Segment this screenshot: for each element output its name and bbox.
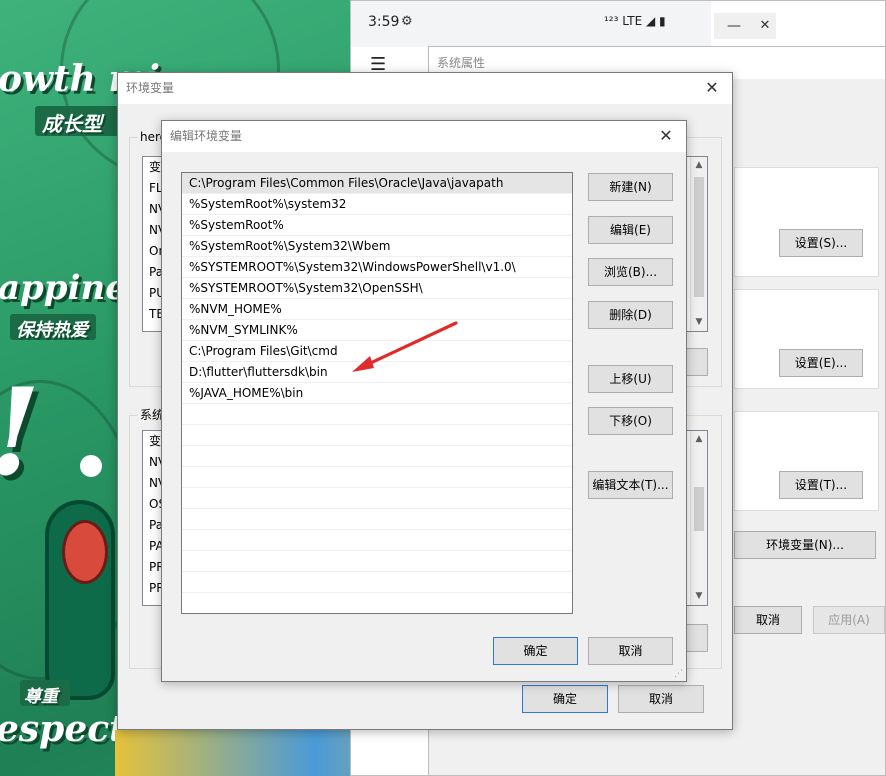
ok-button[interactable]: 确定	[493, 637, 578, 665]
delete-button[interactable]: 删除(D)	[588, 301, 673, 329]
path-entry-empty[interactable]	[182, 551, 572, 572]
new-button[interactable]: 新建(N)	[588, 173, 673, 201]
vertical-scrollbar[interactable]: ▲ ▼	[690, 157, 707, 331]
close-button[interactable]: ✕	[692, 73, 732, 103]
environment-variables-button[interactable]: 环境变量(N)...	[734, 531, 876, 559]
wallpaper-happiness-cn: 保持热爱	[16, 320, 88, 341]
path-entry[interactable]: %JAVA_HOME%\bin	[182, 383, 572, 404]
settings-e-button[interactable]: 设置(E)...	[779, 349, 863, 377]
path-entry[interactable]: D:\flutter\fluttersdk\bin	[182, 362, 572, 383]
path-entry-empty[interactable]	[182, 488, 572, 509]
path-entry[interactable]: %SYSTEMROOT%\System32\OpenSSH\	[182, 278, 572, 299]
scroll-up-icon[interactable]: ▲	[691, 157, 707, 174]
wallpaper-figure-red	[62, 520, 108, 584]
path-entry[interactable]: %NVM_SYMLINK%	[182, 320, 572, 341]
path-entry-empty[interactable]	[182, 572, 572, 593]
edit-text-button[interactable]: 编辑文本(T)...	[588, 471, 673, 499]
scroll-down-icon[interactable]: ▼	[691, 314, 707, 331]
path-entry-empty[interactable]	[182, 404, 572, 425]
scroll-up-icon[interactable]: ▲	[691, 431, 707, 448]
window-title: 环境变量	[118, 73, 732, 104]
vertical-scrollbar[interactable]: ▲ ▼	[690, 431, 707, 605]
scroll-thumb[interactable]	[694, 487, 704, 531]
wallpaper-growth-cn: 成长型	[42, 112, 102, 136]
phone-signal-indicators: ¹²³ LTE ◢ ▮	[604, 14, 666, 28]
path-entry-empty[interactable]	[182, 425, 572, 446]
phone-time: 3:59	[368, 14, 400, 30]
wallpaper-respect-cn: 尊重	[24, 687, 58, 707]
scroll-down-icon[interactable]: ▼	[691, 588, 707, 605]
move-down-button[interactable]: 下移(O)	[588, 407, 673, 435]
path-entry[interactable]: C:\Program Files\Git\cmd	[182, 341, 572, 362]
path-entry-empty[interactable]	[182, 509, 572, 530]
path-entry[interactable]: %SystemRoot%\system32	[182, 194, 572, 215]
path-entry-empty[interactable]	[182, 446, 572, 467]
path-list[interactable]: C:\Program Files\Common Files\Oracle\Jav…	[181, 172, 573, 614]
performance-panel	[734, 167, 879, 277]
resize-grip-icon[interactable]: ⋰	[674, 669, 683, 679]
phone-status-bar: 3:59 ⚙ ¹²³ LTE ◢ ▮	[351, 1, 711, 47]
path-entry[interactable]: %SYSTEMROOT%\System32\WindowsPowerShell\…	[182, 257, 572, 278]
scroll-thumb[interactable]	[694, 177, 704, 297]
window-title: 编辑环境变量	[162, 121, 686, 152]
edit-environment-variable-window: 编辑环境变量 ✕ C:\Program Files\Common Files\O…	[161, 120, 687, 682]
settings-t-button[interactable]: 设置(T)...	[779, 471, 863, 499]
apply-button[interactable]: 应用(A)	[813, 606, 885, 634]
close-button[interactable]: ✕	[754, 13, 776, 39]
move-up-button[interactable]: 上移(U)	[588, 365, 673, 393]
minimize-button[interactable]: —	[714, 13, 754, 39]
cancel-button[interactable]: 取消	[618, 685, 704, 713]
close-button[interactable]: ✕	[646, 121, 686, 151]
settings-s-button[interactable]: 设置(S)...	[779, 229, 863, 257]
path-entry-empty[interactable]	[182, 530, 572, 551]
path-entry[interactable]: C:\Program Files\Common Files\Oracle\Jav…	[182, 173, 572, 194]
path-entry[interactable]: %NVM_HOME%	[182, 299, 572, 320]
wallpaper-dot	[80, 455, 102, 477]
gear-icon: ⚙	[401, 14, 413, 29]
path-entry[interactable]: %SystemRoot%\System32\Wbem	[182, 236, 572, 257]
wallpaper-exclamation: !	[0, 362, 41, 503]
cancel-button[interactable]: 取消	[588, 637, 673, 665]
cancel-button[interactable]: 取消	[734, 606, 802, 634]
wallpaper-respect-text: espect	[0, 708, 126, 750]
wallpaper-happiness-text: appine	[0, 268, 127, 308]
path-entry-empty[interactable]	[182, 467, 572, 488]
browse-button[interactable]: 浏览(B)...	[588, 258, 673, 286]
edit-button[interactable]: 编辑(E)	[588, 216, 673, 244]
path-entry[interactable]: %SystemRoot%	[182, 215, 572, 236]
ok-button[interactable]: 确定	[522, 685, 608, 713]
